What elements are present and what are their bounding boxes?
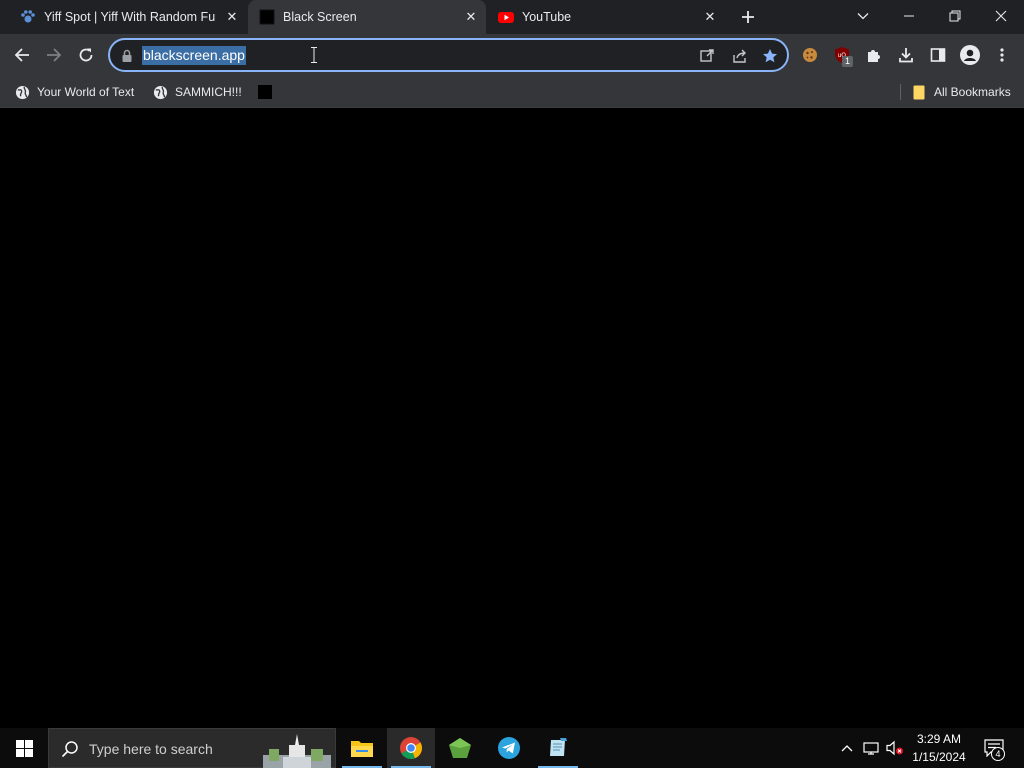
browser-toolbar: blackscreen.app uO 1 (0, 34, 1024, 76)
notification-count-badge: 4 (991, 747, 1005, 761)
tab-yiff-spot[interactable]: Yiff Spot | Yiff With Random Furries ✕ (8, 0, 246, 34)
chevron-down-icon (857, 13, 869, 20)
telegram-icon (498, 737, 520, 759)
forward-button[interactable] (38, 39, 70, 71)
search-highlight-image (259, 731, 335, 768)
tab-title: YouTube (522, 10, 572, 24)
text-cursor-icon (311, 47, 317, 63)
back-button[interactable] (6, 39, 38, 71)
new-tab-button[interactable] (732, 1, 764, 33)
tab-title: Black Screen (283, 10, 357, 24)
extension-badge: 1 (842, 56, 853, 67)
side-panel-button[interactable] (922, 39, 954, 71)
windows-logo-icon (15, 739, 33, 757)
youtube-icon (498, 9, 514, 25)
downloads-button[interactable] (890, 39, 922, 71)
side-panel-icon (930, 48, 946, 62)
folder-icon (351, 741, 373, 757)
taskbar-search-box[interactable]: Type here to search (48, 728, 336, 768)
ublock-extension-button[interactable]: uO 1 (826, 39, 858, 71)
close-icon[interactable]: ✕ (702, 9, 718, 25)
plus-icon (742, 11, 754, 23)
bookmarks-bar: Your World of Text SAMMICH!!! All Bookma… (0, 76, 1024, 108)
restore-button[interactable] (932, 0, 978, 32)
tab-title: Yiff Spot | Yiff With Random Furries (44, 10, 216, 24)
notepad-taskbar-button[interactable] (534, 728, 582, 768)
more-vert-icon (1000, 48, 1004, 62)
tab-youtube[interactable]: YouTube ✕ (488, 0, 726, 34)
all-bookmarks-folder[interactable]: All Bookmarks (911, 82, 1011, 102)
app-taskbar-button[interactable] (436, 728, 484, 768)
close-icon[interactable]: ✕ (224, 9, 240, 25)
menu-button[interactable] (986, 39, 1018, 71)
notification-center-button[interactable]: 4 (982, 739, 1006, 761)
search-placeholder: Type here to search (89, 741, 213, 757)
clock-date: 1/15/2024 (912, 750, 966, 764)
tab-black-screen[interactable]: Black Screen ✕ (248, 0, 486, 34)
profile-button[interactable] (954, 39, 986, 71)
reload-icon (79, 48, 93, 62)
bookmark-label: SAMMICH!!! (175, 85, 242, 99)
file-explorer-taskbar-button[interactable] (338, 728, 386, 768)
share-icon[interactable] (730, 47, 748, 65)
bookmark-sammich[interactable]: SAMMICH!!! (152, 82, 242, 102)
paw-icon (20, 9, 36, 25)
reload-button[interactable] (70, 39, 102, 71)
clock-time: 3:29 AM (916, 732, 962, 746)
tab-search-button[interactable] (840, 0, 886, 32)
close-window-button[interactable] (978, 0, 1024, 32)
address-bar[interactable]: blackscreen.app (108, 38, 789, 72)
bookmark-your-world-of-text[interactable]: Your World of Text (14, 82, 134, 102)
restore-icon (949, 10, 961, 22)
start-button[interactable] (0, 728, 48, 768)
windows-taskbar: Type here to search 3:29 AM 1/15/2024 4 (0, 728, 1024, 768)
divider (900, 84, 901, 100)
bookmark-label: All Bookmarks (934, 85, 1011, 99)
url-text[interactable]: blackscreen.app (142, 46, 246, 65)
extensions-button[interactable] (858, 39, 890, 71)
globe-icon (152, 84, 168, 100)
telegram-taskbar-button[interactable] (485, 728, 533, 768)
search-icon (61, 740, 79, 763)
bookmark-label: Your World of Text (37, 85, 135, 99)
green-gem-icon (449, 738, 471, 758)
bookmark-black-screen[interactable] (257, 82, 280, 102)
cookie-extension-button[interactable] (794, 39, 826, 71)
open-in-app-icon[interactable] (698, 47, 716, 65)
minimize-button[interactable] (886, 0, 932, 32)
cookie-icon (803, 48, 817, 62)
page-content[interactable] (0, 108, 1024, 728)
black-square-icon (257, 84, 273, 100)
download-icon (899, 48, 913, 63)
globe-icon (14, 84, 30, 100)
close-icon[interactable]: ✕ (463, 9, 479, 25)
notepad-icon (550, 738, 567, 756)
arrow-left-icon (14, 48, 29, 62)
chrome-taskbar-button[interactable] (387, 728, 435, 768)
tab-strip: Yiff Spot | Yiff With Random Furries ✕ B… (0, 0, 1024, 34)
chrome-icon (400, 737, 423, 760)
network-icon[interactable] (862, 739, 880, 757)
system-clock[interactable]: 3:29 AM 1/15/2024 (906, 730, 972, 766)
profile-avatar-icon (960, 45, 980, 65)
black-square-icon (259, 9, 275, 25)
close-icon (995, 10, 1007, 22)
minimize-icon (904, 15, 914, 17)
chevron-up-icon[interactable] (838, 739, 856, 757)
arrow-right-icon (47, 48, 62, 62)
folder-icon (911, 84, 927, 100)
bookmark-star-icon[interactable] (761, 47, 779, 65)
volume-muted-icon[interactable] (886, 739, 904, 757)
lock-icon[interactable] (118, 47, 136, 65)
puzzle-icon (868, 50, 880, 62)
